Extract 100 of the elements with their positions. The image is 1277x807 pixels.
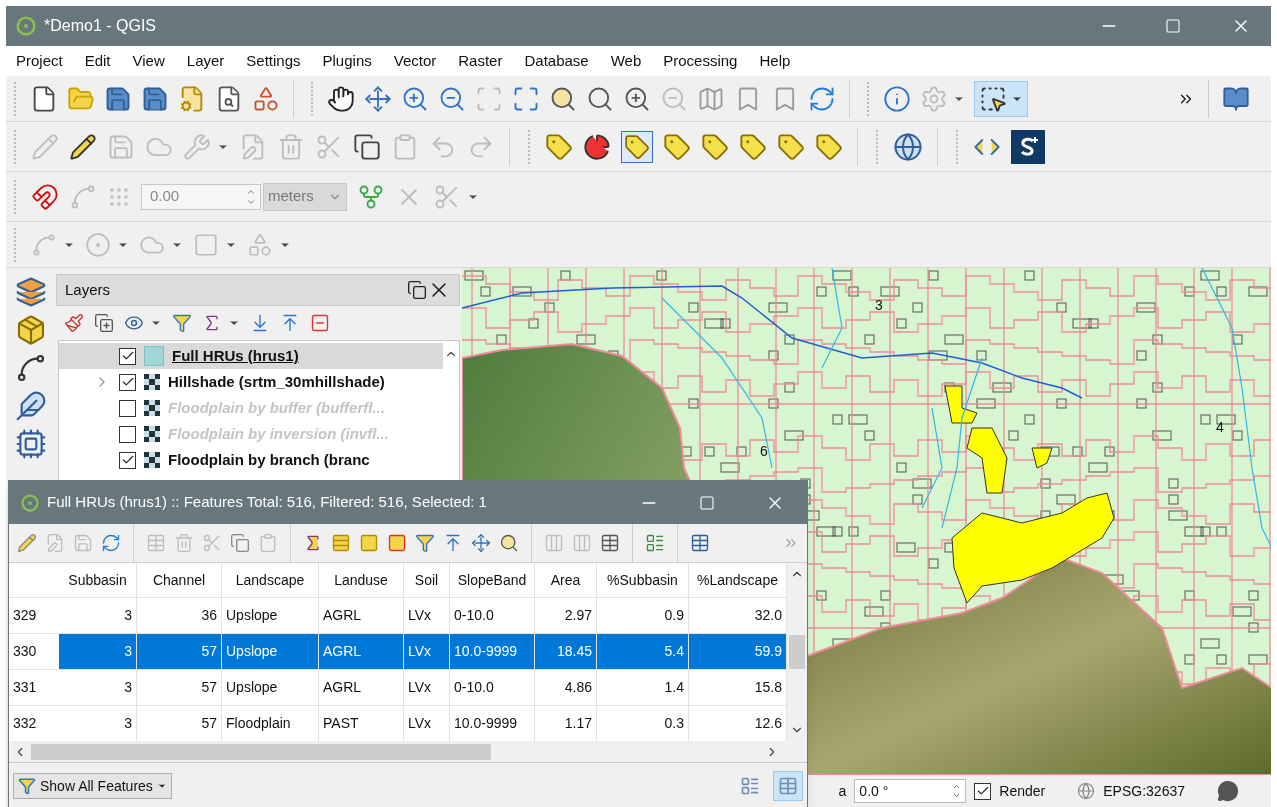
render-checkbox[interactable] bbox=[974, 782, 992, 800]
label-tag-icon[interactable] bbox=[545, 132, 573, 161]
field-calculator-icon[interactable] bbox=[600, 533, 620, 553]
menu-item[interactable]: Processing bbox=[663, 49, 738, 73]
raster-icon bbox=[144, 452, 160, 468]
panel-title: Layers bbox=[65, 279, 112, 300]
scroll-thumb[interactable] bbox=[789, 635, 805, 669]
chip-icon[interactable] bbox=[15, 428, 47, 460]
menu-item[interactable]: Raster bbox=[458, 49, 503, 73]
select-all-icon[interactable] bbox=[331, 533, 351, 553]
clipboard-icon[interactable] bbox=[258, 533, 278, 553]
label-edit-icon[interactable] bbox=[815, 132, 843, 161]
filter-icon[interactable] bbox=[18, 777, 36, 795]
label-move-icon[interactable] bbox=[739, 132, 767, 161]
feather-icon[interactable] bbox=[15, 390, 47, 422]
maximize-icon[interactable] bbox=[1165, 18, 1181, 34]
table-cell: LVx bbox=[404, 670, 450, 705]
layer-checkbox[interactable] bbox=[119, 451, 136, 469]
zoom-selection-icon[interactable] bbox=[499, 533, 519, 553]
layer-checkbox[interactable] bbox=[119, 425, 136, 443]
crs-globe-icon[interactable] bbox=[1077, 782, 1096, 800]
style-shapes-icon[interactable] bbox=[252, 84, 280, 113]
layer-name: Full HRUs (hrus1) bbox=[172, 345, 299, 366]
filter-icon[interactable] bbox=[172, 313, 192, 333]
label-rotate-icon[interactable] bbox=[777, 132, 805, 161]
table-cell: 57 bbox=[137, 634, 222, 669]
map-label: 6 bbox=[760, 443, 768, 459]
identify-icon[interactable] bbox=[883, 84, 911, 113]
delete-field-icon[interactable] bbox=[572, 533, 592, 553]
layer-checkbox[interactable] bbox=[119, 347, 136, 365]
crs-button[interactable]: EPSG:32637 bbox=[1103, 780, 1185, 802]
menu-item[interactable]: Web bbox=[610, 49, 642, 73]
menu-item[interactable]: Edit bbox=[84, 49, 111, 73]
pan-selection-icon[interactable] bbox=[471, 533, 491, 553]
menu-item[interactable]: Settings bbox=[246, 49, 301, 73]
pie-chart-icon[interactable] bbox=[583, 132, 611, 161]
add-group-icon[interactable] bbox=[94, 313, 114, 333]
column-header[interactable]: SlopeBand bbox=[450, 563, 535, 597]
raster-icon bbox=[144, 374, 160, 390]
column-header[interactable]: Landscape bbox=[222, 563, 319, 597]
vertex-add-icon[interactable] bbox=[15, 352, 47, 384]
menu-item[interactable]: Help bbox=[759, 49, 791, 73]
show-all-features-button[interactable]: Show All Features bbox=[13, 773, 172, 799]
menu-item[interactable]: Vector bbox=[393, 49, 437, 73]
vertical-scrollbar[interactable] bbox=[787, 563, 807, 741]
menu-item[interactable]: Database bbox=[524, 49, 589, 73]
row-number[interactable]: 330 bbox=[9, 634, 59, 669]
column-header[interactable]: Landuse bbox=[319, 563, 404, 597]
column-header[interactable]: Area bbox=[535, 563, 597, 597]
layer-tree-row[interactable]: Floodplain by branch (branc bbox=[59, 447, 443, 473]
table-cell: 0-10.0 bbox=[450, 670, 535, 705]
column-header[interactable]: %Subbasin bbox=[597, 563, 689, 597]
table-cell: LVx bbox=[404, 634, 450, 669]
plugin-logo-icon[interactable] bbox=[1011, 129, 1045, 164]
remove-layer-icon[interactable] bbox=[310, 313, 330, 333]
magnet-icon[interactable] bbox=[31, 182, 59, 211]
raster-icon bbox=[144, 400, 160, 416]
menu-item[interactable]: View bbox=[132, 49, 165, 73]
refresh-icon[interactable] bbox=[101, 533, 121, 553]
check-icon bbox=[975, 784, 990, 798]
undock-icon[interactable] bbox=[407, 280, 427, 300]
invert-selection-icon[interactable] bbox=[359, 533, 379, 553]
menu-item[interactable]: Plugins bbox=[322, 49, 372, 73]
label-show-icon[interactable] bbox=[701, 132, 729, 161]
conditional-format-icon[interactable] bbox=[645, 533, 665, 553]
column-header[interactable]: Soil bbox=[404, 563, 450, 597]
filter-icon[interactable] bbox=[415, 533, 435, 553]
select-features-button[interactable] bbox=[974, 80, 1028, 117]
table-cell: 5.4 bbox=[597, 634, 689, 669]
scroll-thumb[interactable] bbox=[31, 743, 491, 760]
layer-tree-row[interactable]: Full HRUs (hrus1) bbox=[59, 343, 443, 369]
table-row[interactable]: 331 3 57 Upslope AGRL LVx 0-10.0 4.86 1.4 15.8 bbox=[9, 669, 787, 705]
layer-checkbox[interactable] bbox=[119, 373, 136, 391]
paintbrush-icon[interactable] bbox=[64, 313, 84, 333]
label-pin-icon[interactable] bbox=[663, 132, 691, 161]
dock-table-icon[interactable] bbox=[690, 533, 710, 553]
caret-icon[interactable] bbox=[156, 781, 167, 791]
column-header[interactable]: Subbasin bbox=[59, 563, 137, 597]
layer-tree-row[interactable]: Hillshade (srtm_30mhillshade) bbox=[59, 369, 443, 395]
messages-icon[interactable] bbox=[1217, 780, 1239, 802]
table-cell: 3 bbox=[59, 634, 137, 669]
pan-hand-icon[interactable] bbox=[327, 84, 355, 113]
rotation-field[interactable]: 0.0 ° bbox=[854, 779, 967, 803]
deselect-icon[interactable] bbox=[387, 533, 407, 553]
pan-arrows-icon[interactable] bbox=[364, 84, 392, 113]
layer-checkbox[interactable] bbox=[119, 399, 136, 417]
map-label: 3 bbox=[875, 297, 883, 313]
menu-item[interactable]: Project bbox=[16, 49, 63, 73]
horizontal-scrollbar[interactable] bbox=[9, 741, 807, 763]
column-header[interactable]: Channel bbox=[137, 563, 222, 597]
check-icon bbox=[120, 349, 135, 363]
new-field-icon[interactable] bbox=[544, 533, 564, 553]
table-row[interactable]: 330 3 57 Upslope AGRL LVx 10.0-9999 18.45 5.4 59.9 bbox=[9, 633, 787, 669]
pencil-icon[interactable] bbox=[69, 132, 97, 161]
layer-name: Floodplain by buffer (bufferfl... bbox=[168, 397, 385, 418]
table-cell: 57 bbox=[137, 670, 222, 705]
menu-item[interactable]: Layer bbox=[186, 49, 225, 73]
maximize-icon[interactable] bbox=[699, 494, 715, 511]
raster-icon bbox=[144, 426, 160, 442]
copy-icon[interactable] bbox=[353, 132, 381, 161]
